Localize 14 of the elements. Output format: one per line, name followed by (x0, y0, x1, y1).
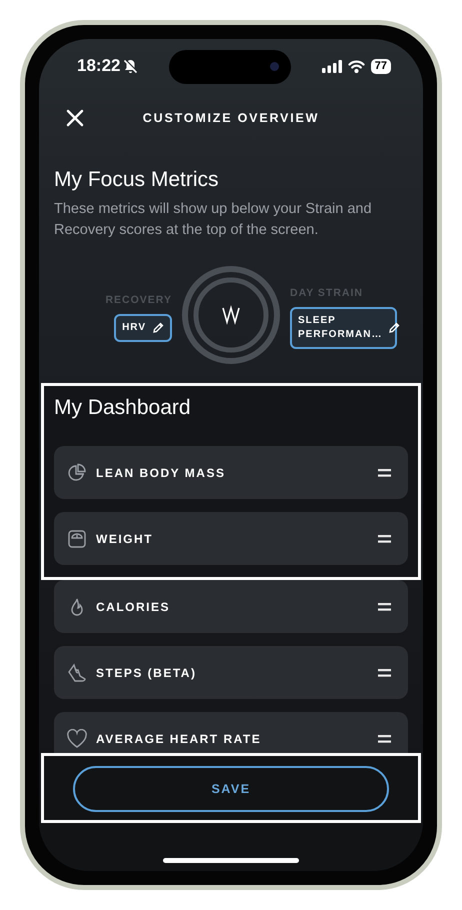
metric-chip[interactable]: SLEEP PERFORMAN… (290, 307, 397, 349)
metric-row[interactable]: STEPS (BETA) (54, 646, 408, 699)
section-description: These metrics will show up below your Strain and Recovery scores at the top of the screen. (54, 200, 373, 240)
metric-row[interactable]: WEIGHT (54, 512, 408, 565)
metric-row[interactable]: AVERAGE HEART RATE (54, 712, 408, 753)
section-title: My Focus Metrics (54, 167, 220, 193)
clock-time: 18:22 (77, 56, 120, 76)
metric-chip[interactable]: HRV (114, 314, 172, 342)
metric-row[interactable]: CALORIES (54, 580, 408, 633)
section-title: My Dashboard (54, 395, 192, 421)
battery-level: 77 (370, 58, 391, 74)
metric-row[interactable]: LEAN BODY MASS (54, 446, 408, 499)
screen-title: CUSTOMIZE OVERVIEW (142, 111, 320, 125)
save-button[interactable]: SAVE (73, 766, 389, 812)
